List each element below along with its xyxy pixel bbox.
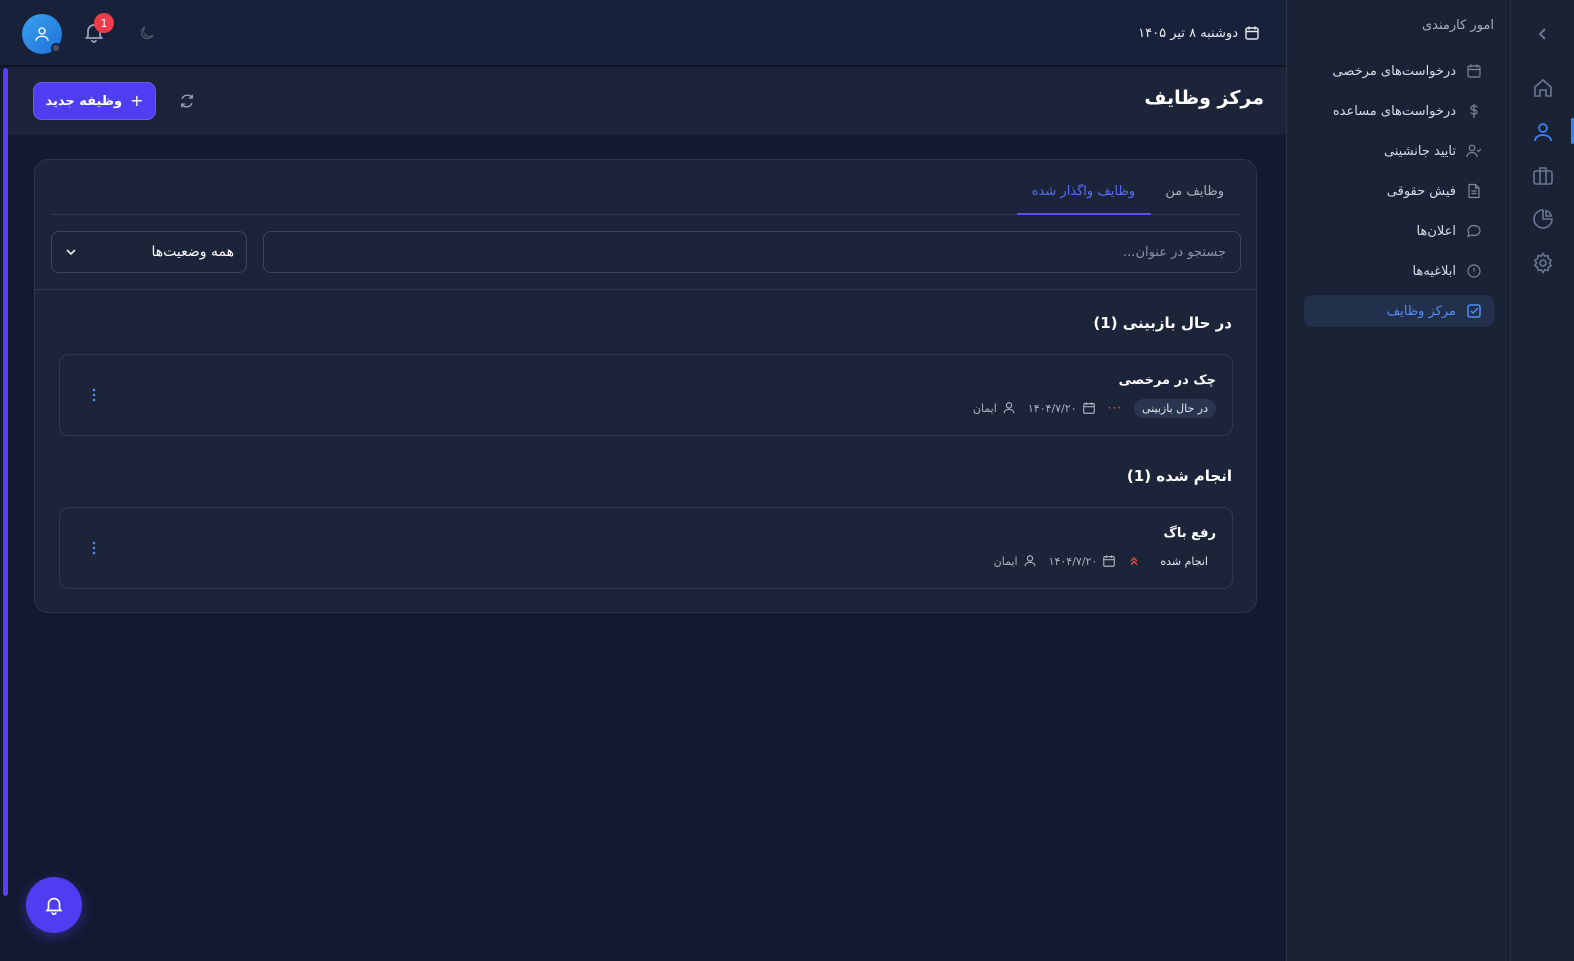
sidebar: امور کارمندی درخواست‌های مرخصی درخواست‌ه…: [1286, 0, 1510, 961]
sidebar-item-advance-requests[interactable]: درخواست‌های مساعده: [1304, 95, 1494, 127]
page-title: مرکز وظایف: [1144, 87, 1264, 109]
sidebar-item-substitute-approval[interactable]: تایید جانشینی: [1304, 135, 1494, 167]
notification-badge: 1: [94, 13, 114, 33]
chat-icon: [1466, 223, 1482, 239]
status-filter-select[interactable]: همه وضعیت‌ها: [51, 231, 247, 273]
date-text: دوشنبه ۸ تیر ۱۴۰۵: [1138, 25, 1238, 41]
home-icon[interactable]: [1531, 76, 1555, 100]
status-badge: انجام شده: [1160, 554, 1208, 568]
left-accent-bar: [3, 68, 8, 896]
task-assignee-name: ایمان: [972, 401, 997, 415]
sidebar-item-label: مرکز وظایف: [1386, 303, 1456, 319]
task-assignee-name: ایمان: [993, 554, 1018, 568]
task-card[interactable]: چک در مرخصی در حال بازبینی ··· ۱۴۰۴/۷/۲۰…: [59, 354, 1233, 436]
calendar-icon: [1102, 554, 1116, 568]
priority-high-icon: [1128, 555, 1140, 567]
avatar[interactable]: [22, 14, 62, 54]
sidebar-item-label: تایید جانشینی: [1384, 143, 1456, 159]
pie-chart-icon[interactable]: [1531, 207, 1555, 231]
task-card[interactable]: رفع باگ انجام شده ۱۴۰۴/۷/۲۰ ایمان: [59, 507, 1233, 589]
bell-icon: [43, 894, 65, 916]
sidebar-item-label: درخواست‌های مرخصی: [1332, 63, 1457, 79]
tab-assigned-tasks[interactable]: وظایف واگذار شده: [1032, 184, 1135, 199]
priority-medium-icon: ···: [1107, 401, 1123, 415]
sidebar-item-label: فیش حقوقی: [1386, 183, 1456, 199]
task-date-text: ۱۴۰۴/۷/۲۰: [1027, 401, 1077, 415]
search-input[interactable]: [263, 231, 1241, 273]
user-check-icon: [1466, 143, 1482, 159]
task-date: ۱۴۰۴/۷/۲۰: [1028, 401, 1096, 415]
more-vertical-icon[interactable]: [88, 385, 100, 405]
task-date-text: ۱۴۰۴/۷/۲۰: [1048, 554, 1098, 568]
tab-active-underline: [1017, 213, 1151, 215]
sidebar-item-leave-requests[interactable]: درخواست‌های مرخصی: [1304, 55, 1494, 87]
chevron-down-icon: [64, 245, 78, 259]
sidebar-item-label: اعلان‌ها: [1416, 223, 1457, 239]
icon-rail: [1510, 0, 1574, 961]
sidebar-item-label: درخواست‌های مساعده: [1332, 103, 1456, 119]
topbar: 1 دوشنبه ۸ تیر ۱۴۰۵: [0, 0, 1286, 66]
task-assignee: ایمان: [994, 554, 1037, 568]
calendar-icon: [1244, 25, 1260, 41]
briefcase-icon[interactable]: [1531, 164, 1555, 188]
user-icon: [1002, 401, 1016, 415]
tab-my-tasks[interactable]: وظایف من: [1165, 184, 1224, 199]
user-icon: [1023, 554, 1037, 568]
calendar-icon: [1082, 401, 1096, 415]
plus-icon: +: [130, 91, 144, 110]
task-meta: انجام شده ۱۴۰۴/۷/۲۰ ایمان: [994, 550, 1216, 572]
gear-icon[interactable]: [1531, 251, 1555, 275]
chevron-left-icon[interactable]: [1531, 22, 1555, 46]
user-icon[interactable]: [1531, 120, 1555, 144]
group-title-done: انجام شده (1): [1126, 467, 1232, 485]
sidebar-item-payslip[interactable]: فیش حقوقی: [1304, 175, 1494, 207]
presence-dot: [51, 43, 61, 53]
new-task-label: وظیفه جدید: [45, 93, 123, 109]
task-date: ۱۴۰۴/۷/۲۰: [1049, 554, 1117, 568]
dollar-icon: [1466, 103, 1482, 119]
task-title: چک در مرخصی: [1118, 373, 1216, 388]
file-icon: [1466, 183, 1482, 199]
calendar-icon: [1466, 63, 1482, 79]
sidebar-item-label: ابلاغیه‌ها: [1412, 263, 1457, 279]
refresh-icon[interactable]: [178, 92, 196, 110]
sidebar-item-announcements[interactable]: ابلاغیه‌ها: [1304, 255, 1494, 287]
current-date: دوشنبه ۸ تیر ۱۴۰۵: [1128, 22, 1260, 44]
new-task-button[interactable]: + وظیفه جدید: [34, 83, 155, 119]
more-vertical-icon[interactable]: [88, 538, 100, 558]
sidebar-item-task-center[interactable]: مرکز وظایف: [1304, 295, 1494, 327]
moon-icon[interactable]: [138, 24, 156, 42]
task-assignee: ایمان: [973, 401, 1016, 415]
check-square-icon: [1466, 303, 1482, 319]
status-filter-value: همه وضعیت‌ها: [151, 244, 234, 260]
group-title-in-review: در حال بازبینی (1): [1093, 314, 1232, 332]
status-badge: در حال بازبینی: [1134, 398, 1216, 418]
sidebar-item-notifications[interactable]: اعلان‌ها: [1304, 215, 1494, 247]
tasks-card: وظایف من وظایف واگذار شده همه وضعیت‌ها د…: [34, 159, 1257, 613]
task-title: رفع باگ: [1163, 526, 1216, 541]
alert-circle-icon: [1466, 263, 1482, 279]
sidebar-section-title: امور کارمندی: [1421, 18, 1494, 33]
task-meta: در حال بازبینی ··· ۱۴۰۴/۷/۲۰ ایمان: [973, 397, 1216, 419]
page-header: مرکز وظایف + وظیفه جدید: [8, 67, 1286, 135]
floating-bell-button[interactable]: [26, 877, 82, 933]
filter-divider: [35, 289, 1256, 290]
